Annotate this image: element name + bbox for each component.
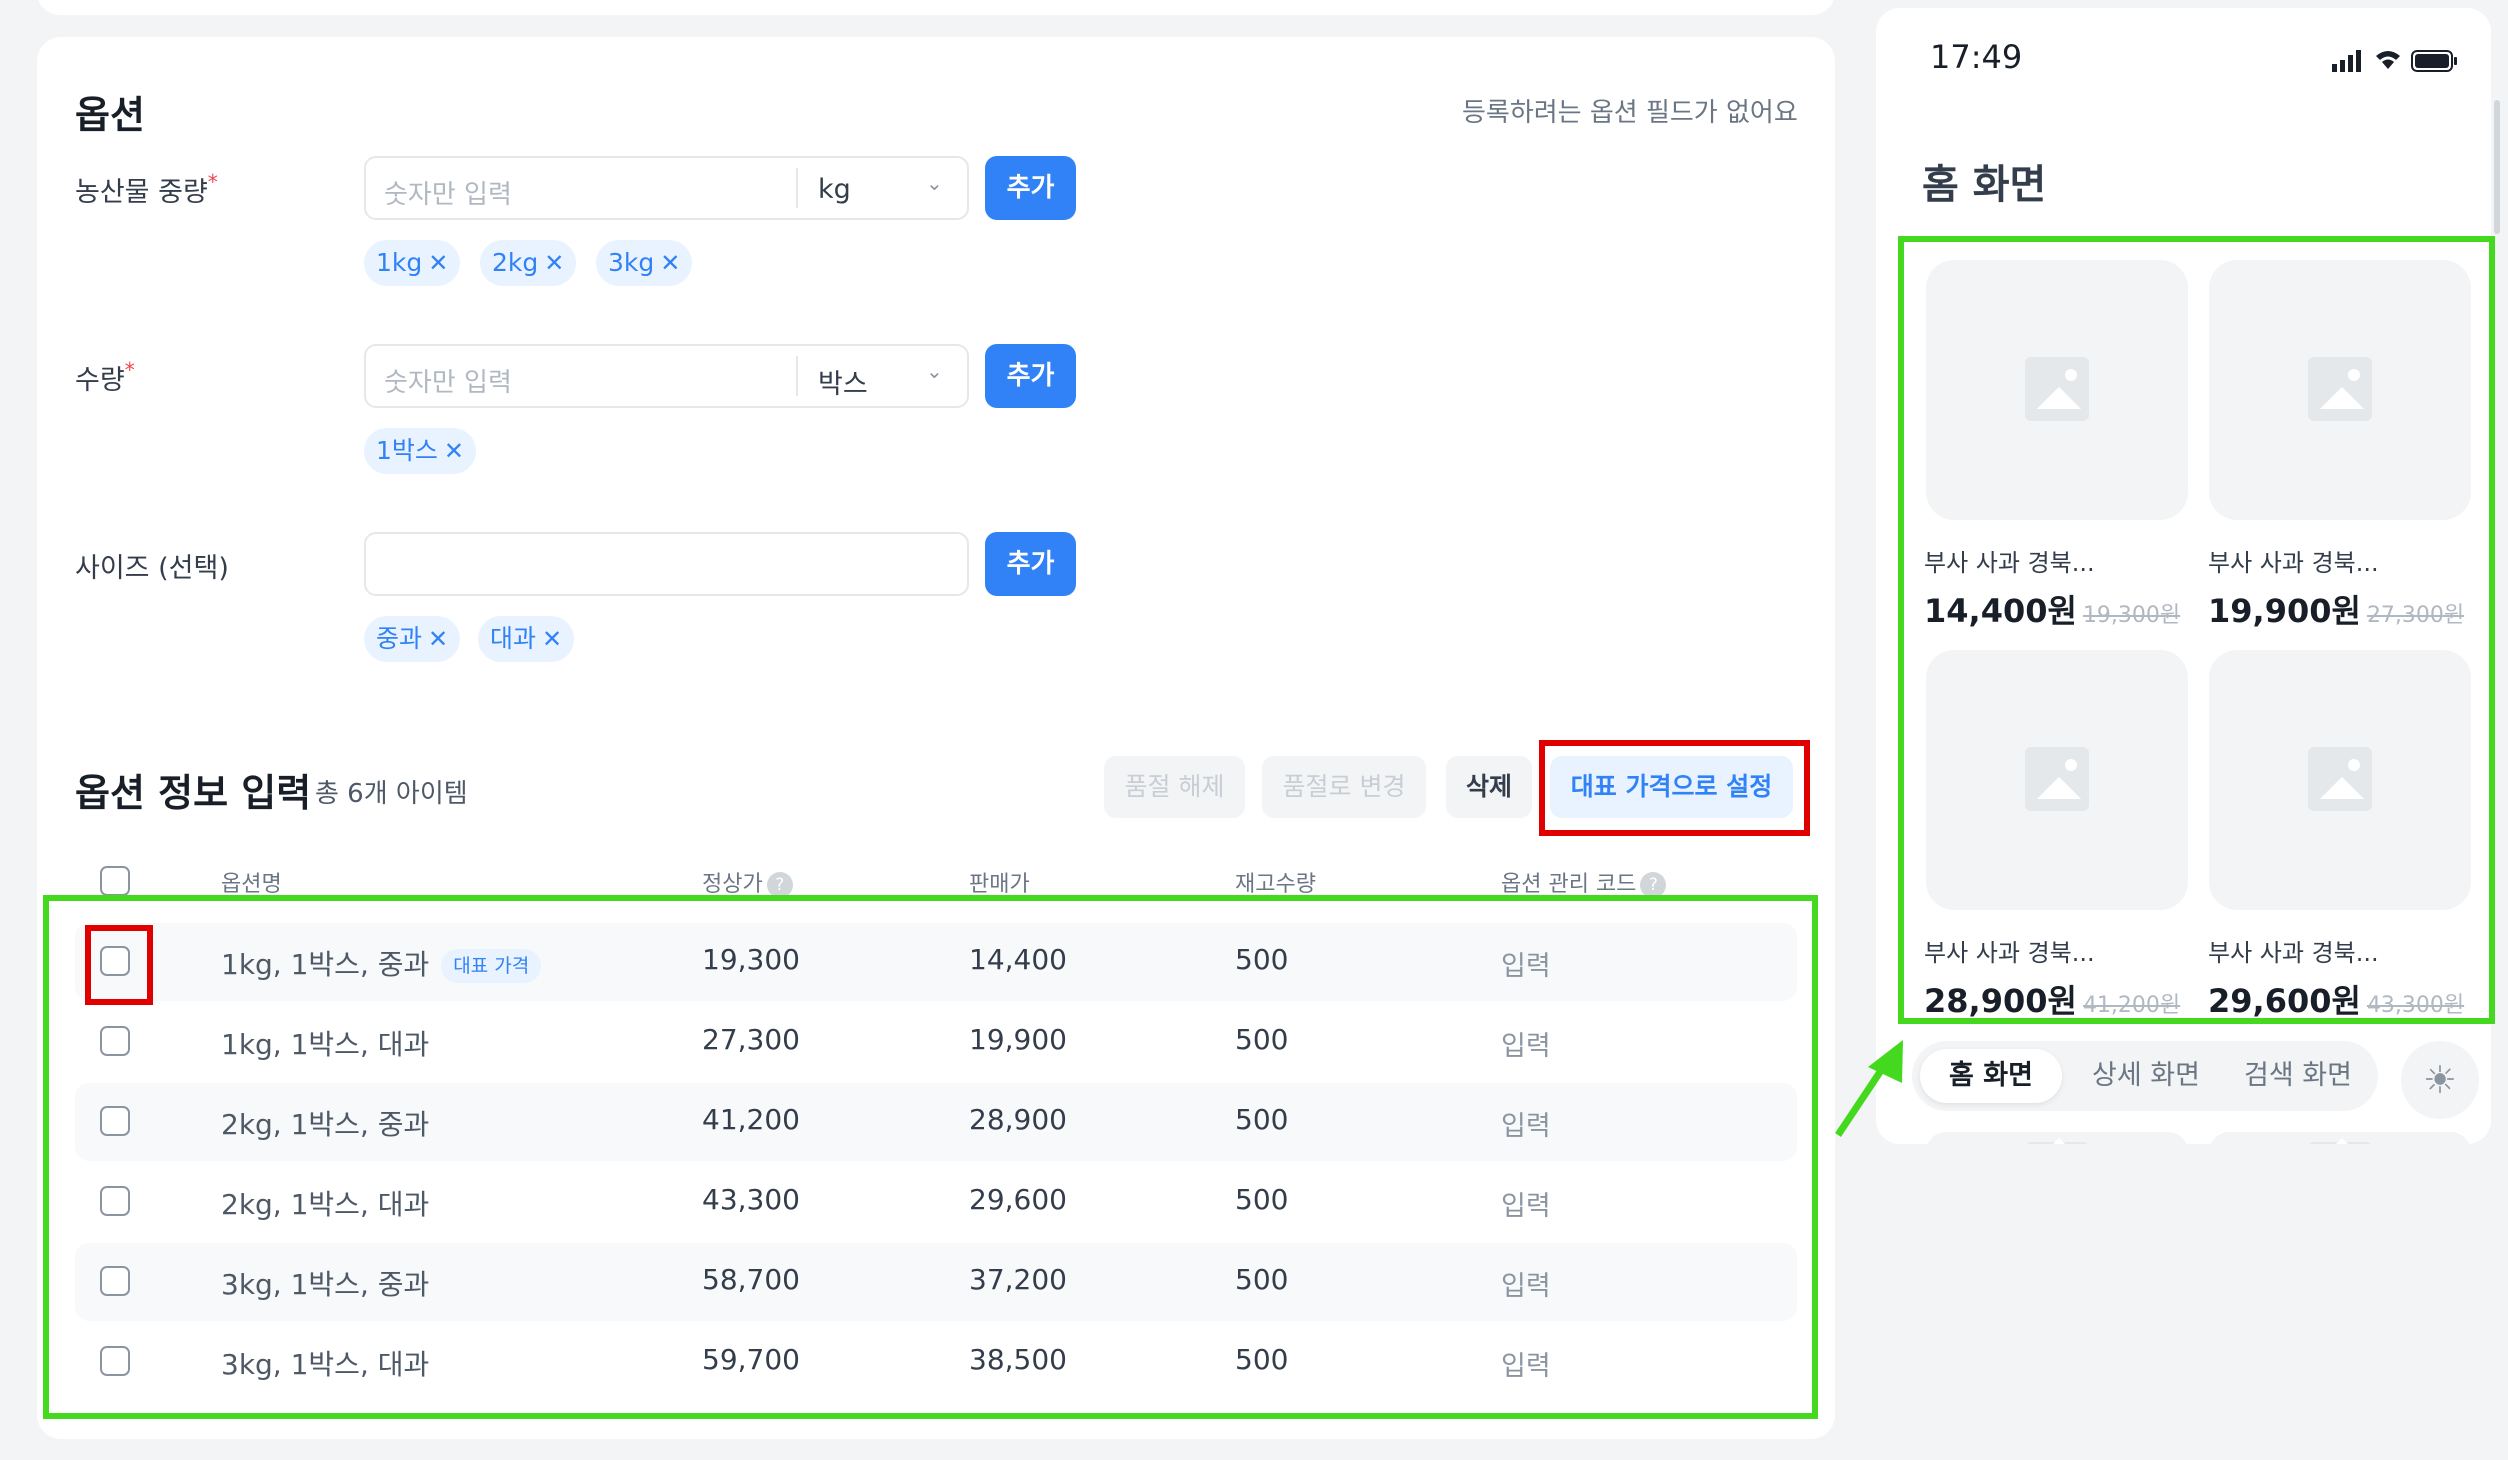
close-icon[interactable]: ✕ <box>428 249 448 277</box>
divider <box>796 168 798 208</box>
weight-label: 농산물 중량* <box>75 170 218 208</box>
chevron-down-icon[interactable]: ⌄ <box>926 171 943 195</box>
size-chip: 대과 ✕ <box>478 616 575 662</box>
size-chip: 중과 ✕ <box>364 616 461 662</box>
item-count: 총 6개 아이템 <box>315 779 468 809</box>
column-header-option-name: 옵션명 <box>221 872 282 897</box>
screen-tab-bar: 홈 화면 상세 화면 검색 화면 <box>1912 1041 2378 1111</box>
delete-button[interactable]: 삭제 <box>1446 756 1532 818</box>
product-image <box>1926 1132 2188 1144</box>
tab-detail[interactable]: 상세 화면 <box>2072 1049 2220 1103</box>
weight-input[interactable]: 숫자만 입력 kg ⌄ <box>364 156 969 220</box>
release-soldout-button[interactable]: 품절 해제 <box>1104 756 1245 818</box>
quantity-chip: 1박스 ✕ <box>364 428 477 474</box>
weight-chip: 2kg ✕ <box>480 240 577 286</box>
select-all-checkbox[interactable] <box>100 866 130 896</box>
column-header-code: 옵션 관리 코드? <box>1501 866 1667 898</box>
quantity-unit-select[interactable]: 박스 <box>818 362 868 401</box>
phone-page-title: 홈 화면 <box>1922 162 2047 208</box>
image-placeholder-icon <box>2308 1138 2372 1144</box>
divider <box>796 356 798 396</box>
close-icon[interactable]: ✕ <box>428 625 448 653</box>
weight-chip: 3kg ✕ <box>596 240 693 286</box>
size-label: 사이즈 (선택) <box>75 553 229 584</box>
weight-chip: 1kg ✕ <box>364 240 461 286</box>
column-header-list-price: 정상가? <box>702 866 793 898</box>
scrollbar[interactable] <box>2494 100 2500 234</box>
close-icon[interactable]: ✕ <box>660 249 680 277</box>
sun-icon[interactable]: ☀ <box>2401 1041 2479 1119</box>
option-info-title: 옵션 정보 입력 <box>75 771 312 815</box>
add-quantity-button[interactable]: 추가 <box>985 344 1076 408</box>
close-icon[interactable]: ✕ <box>444 437 464 465</box>
chevron-down-icon[interactable]: ⌄ <box>926 359 943 383</box>
quantity-label: 수량* <box>75 358 135 396</box>
column-header-stock: 재고수량 <box>1235 872 1316 897</box>
required-mark: * <box>124 358 135 382</box>
status-time: 17:49 <box>1930 38 2023 76</box>
quantity-input[interactable]: 숫자만 입력 박스 ⌄ <box>364 344 969 408</box>
close-icon[interactable]: ✕ <box>542 625 562 653</box>
top-panel-edge <box>37 0 1835 15</box>
status-icons <box>2332 50 2457 72</box>
missing-field-hint[interactable]: 등록하려는 옵션 필드가 없어요 <box>1462 92 1798 129</box>
weight-unit-select[interactable]: kg <box>818 174 851 205</box>
tab-search[interactable]: 검색 화면 <box>2224 1049 2372 1103</box>
arrow-icon <box>1835 1040 1903 1137</box>
quantity-input-placeholder: 숫자만 입력 <box>384 368 512 398</box>
highlight-box <box>43 895 1818 1419</box>
product-image <box>2209 1132 2471 1144</box>
weight-input-placeholder: 숫자만 입력 <box>384 180 512 210</box>
highlight-box <box>1539 740 1810 836</box>
mark-soldout-button[interactable]: 품절로 변경 <box>1262 756 1426 818</box>
options-title: 옵션 <box>75 93 145 137</box>
column-header-sale-price: 판매가 <box>969 872 1030 897</box>
size-input[interactable] <box>364 532 969 596</box>
add-weight-button[interactable]: 추가 <box>985 156 1076 220</box>
add-size-button[interactable]: 추가 <box>985 532 1076 596</box>
required-mark: * <box>207 170 218 194</box>
close-icon[interactable]: ✕ <box>544 249 564 277</box>
tab-home[interactable]: 홈 화면 <box>1920 1049 2062 1103</box>
highlight-box <box>1898 236 2495 1024</box>
image-placeholder-icon <box>2025 1138 2089 1144</box>
